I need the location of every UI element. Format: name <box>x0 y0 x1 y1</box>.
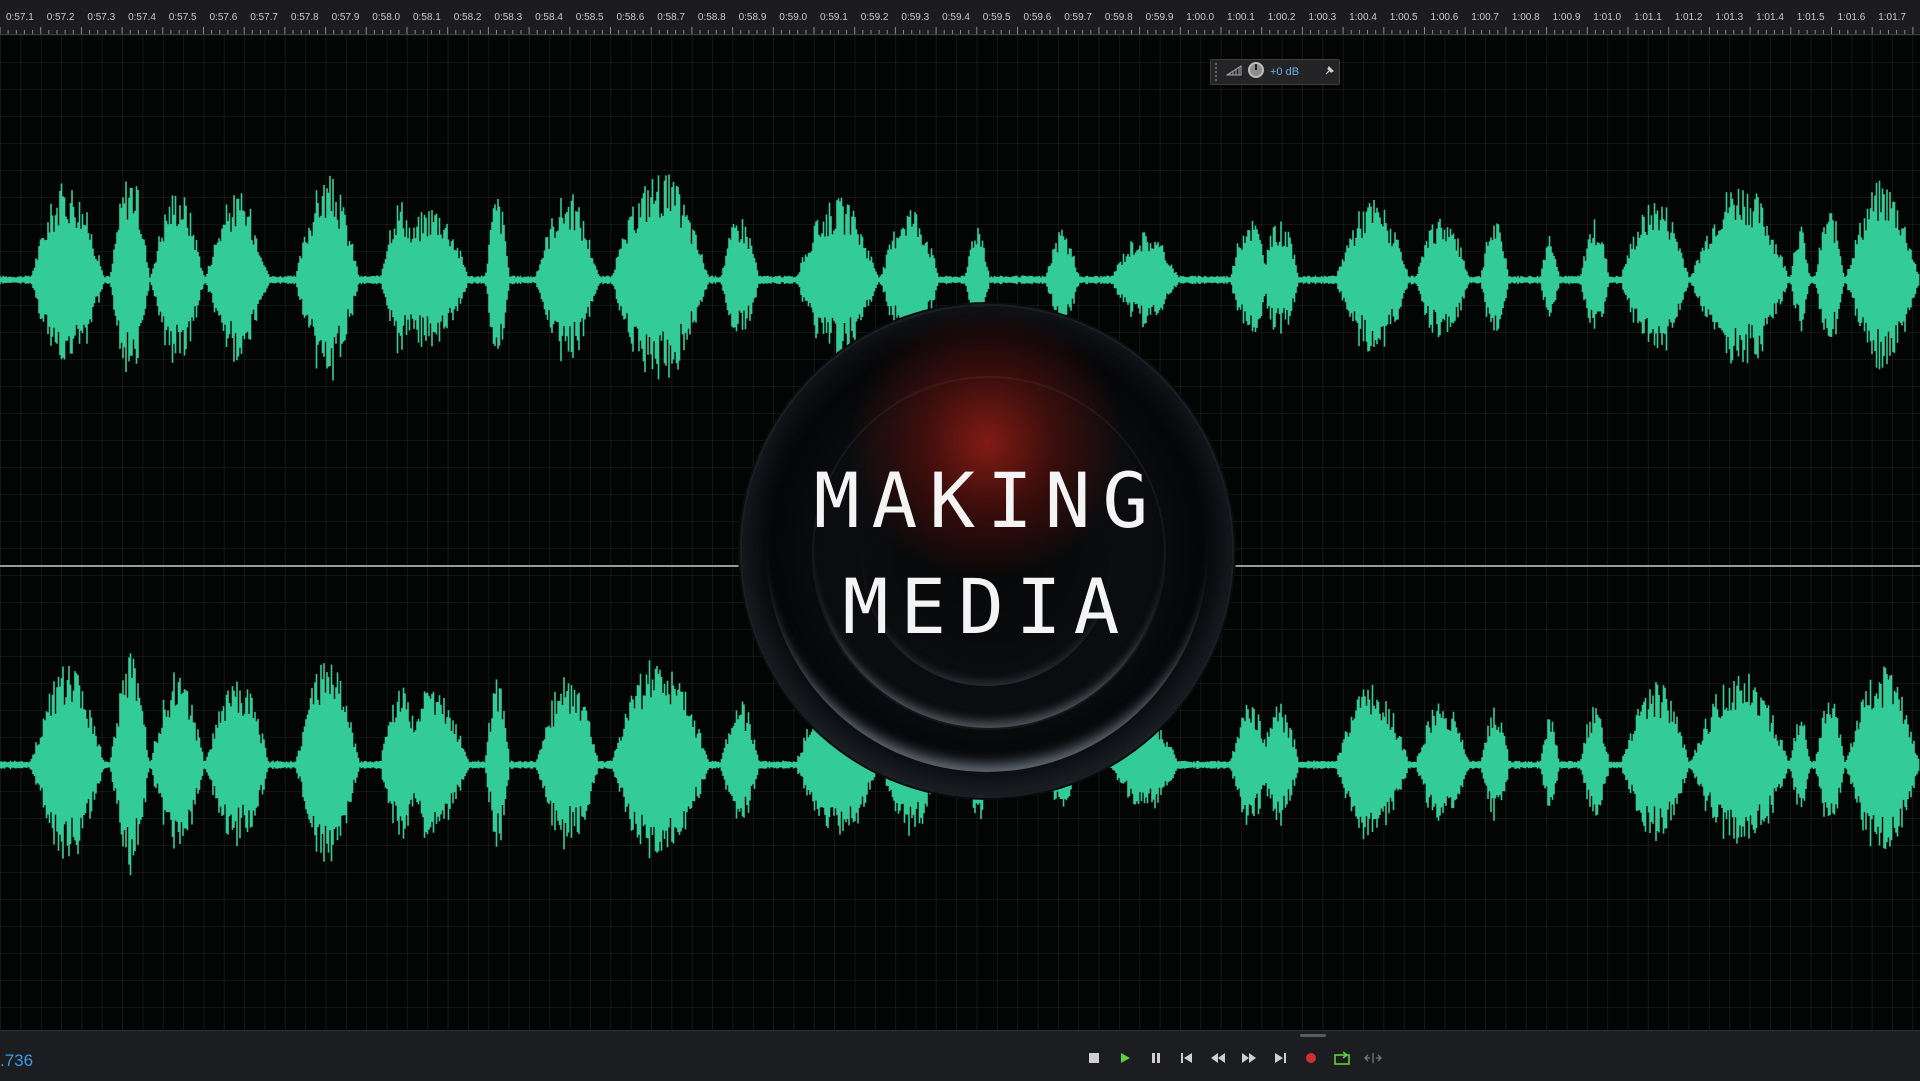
ruler-label: 1:01.6 <box>1837 12 1866 23</box>
ruler-label: 1:01.1 <box>1634 12 1662 23</box>
ruler-label: 0:58.1 <box>413 12 441 23</box>
skip-selection-button[interactable] <box>1364 1049 1382 1067</box>
ruler-label: 0:58.9 <box>738 12 767 23</box>
ruler-label: 0:58.4 <box>535 12 563 23</box>
ruler-label: 1:01.0 <box>1593 12 1622 23</box>
ruler-label: 0:58.0 <box>372 12 401 23</box>
pause-button[interactable] <box>1147 1049 1165 1067</box>
logo-line-1: MAKING <box>813 456 1161 545</box>
ruler-label: 0:57.4 <box>128 12 156 23</box>
stop-button[interactable] <box>1085 1049 1103 1067</box>
ruler-label: 1:00.6 <box>1430 12 1459 23</box>
ruler-label: 1:00.0 <box>1186 12 1215 23</box>
volume-hud[interactable]: +0 dB <box>1210 59 1340 85</box>
go-to-start-button[interactable] <box>1178 1049 1196 1067</box>
transport-controls <box>1085 1049 1382 1067</box>
ruler-label: 0:57.9 <box>331 12 360 23</box>
ruler-label: 1:00.1 <box>1227 12 1255 23</box>
ruler-label: 0:58.6 <box>616 12 645 23</box>
ruler-label: 0:59.1 <box>820 12 848 23</box>
ruler-label: 0:59.2 <box>860 12 889 23</box>
ruler-label: 0:58.5 <box>575 12 604 23</box>
logo-title: MAKING MEDIA <box>742 448 1232 660</box>
volume-knob-icon[interactable] <box>1247 61 1265 84</box>
ruler-label: 1:00.2 <box>1267 12 1296 23</box>
ruler-label: 1:00.7 <box>1471 12 1499 23</box>
ruler-label: 0:57.5 <box>168 12 197 23</box>
panel-resize-handle[interactable] <box>1300 1034 1326 1037</box>
fast-forward-button[interactable] <box>1240 1049 1258 1067</box>
ruler-label: 0:59.0 <box>779 12 808 23</box>
ruler-label: 1:01.3 <box>1715 12 1744 23</box>
ruler-label: 1:00.3 <box>1308 12 1337 23</box>
pause-icon <box>1152 1053 1160 1063</box>
ruler-ticks <box>0 27 1914 34</box>
go-to-start-icon <box>1181 1053 1192 1063</box>
ruler-label: 0:58.3 <box>494 12 523 23</box>
logo-line-2: MEDIA <box>842 562 1132 651</box>
ruler-label: 1:00.4 <box>1349 12 1377 23</box>
ruler-label: 1:00.9 <box>1552 12 1581 23</box>
ruler-label: 0:57.2 <box>46 12 75 23</box>
ruler-label: 1:00.8 <box>1511 12 1540 23</box>
ruler-label: 0:58.2 <box>453 12 482 23</box>
meter-icon <box>1225 63 1242 81</box>
volume-value: +0 dB <box>1270 66 1300 78</box>
timeline-ruler[interactable]: 0:57.1 0:57.2 0:57.3 0:57.4 0:57.5 0:57.6 0:57… <box>0 0 1920 35</box>
hud-grip[interactable] <box>1215 63 1221 81</box>
ruler-label: 0:57.6 <box>209 12 238 23</box>
ruler-label: 0:57.7 <box>250 12 278 23</box>
ruler-label: 0:57.8 <box>290 12 319 23</box>
ruler-label: 1:01.5 <box>1796 12 1825 23</box>
ruler-label: 0:59.4 <box>942 12 970 23</box>
ruler-label: 0:59.9 <box>1145 12 1174 23</box>
ruler-label: 0:58.8 <box>697 12 726 23</box>
ruler-label: 0:59.8 <box>1104 12 1133 23</box>
record-button[interactable] <box>1302 1049 1320 1067</box>
rewind-icon <box>1211 1053 1225 1063</box>
ruler-label: 1:01.2 <box>1674 12 1703 23</box>
transport-bar: .736 <box>0 1030 1920 1081</box>
ruler-label: 0:59.6 <box>1023 12 1052 23</box>
ruler-label: 0:57.3 <box>87 12 116 23</box>
loop-icon <box>1334 1051 1350 1065</box>
ruler-label: 0:59.5 <box>982 12 1011 23</box>
skip-selection-icon <box>1364 1053 1382 1063</box>
record-icon <box>1306 1053 1316 1063</box>
ruler-label: 0:58.7 <box>657 12 685 23</box>
go-to-end-icon <box>1275 1053 1286 1063</box>
pin-icon[interactable] <box>1323 65 1335 80</box>
play-icon <box>1121 1053 1130 1063</box>
ruler-label: 0:57.1 <box>6 12 34 23</box>
timecode-display[interactable]: .736 <box>0 1051 33 1071</box>
fast-forward-icon <box>1242 1053 1256 1063</box>
ruler-label: 0:59.7 <box>1064 12 1092 23</box>
loop-button[interactable] <box>1333 1049 1351 1067</box>
ruler-label: 0:59.3 <box>901 12 930 23</box>
ruler-label: 1:00.5 <box>1389 12 1418 23</box>
stop-icon <box>1089 1053 1099 1063</box>
ruler-label: 1:01.7 <box>1878 12 1906 23</box>
play-button[interactable] <box>1116 1049 1134 1067</box>
go-to-end-button[interactable] <box>1271 1049 1289 1067</box>
rewind-button[interactable] <box>1209 1049 1227 1067</box>
ruler-label: 1:01.4 <box>1756 12 1784 23</box>
